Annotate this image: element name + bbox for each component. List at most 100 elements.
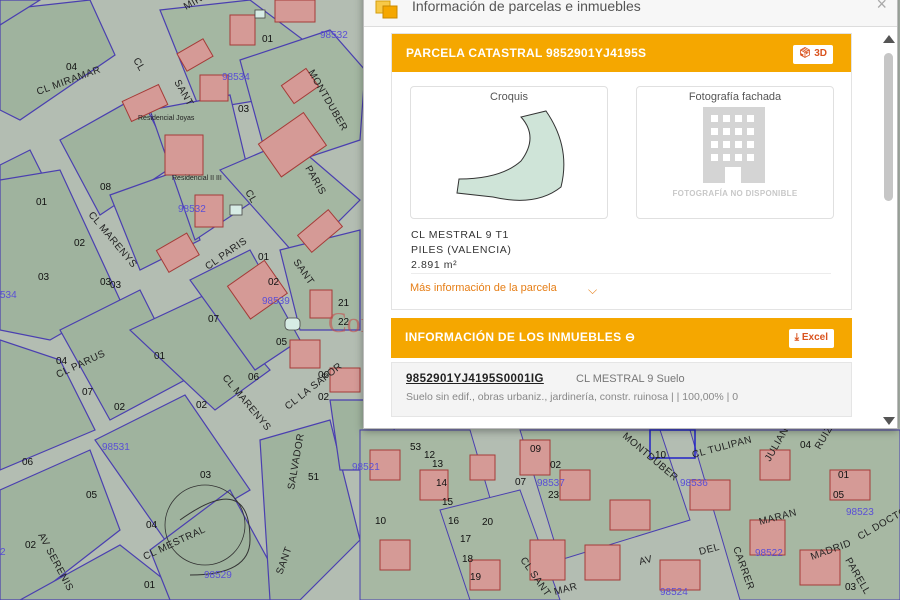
- parcel-area: 2.891 m²: [411, 259, 458, 271]
- close-button[interactable]: ×: [876, 0, 887, 15]
- parcel-number: 23: [548, 490, 560, 501]
- parcel-number: 03: [845, 582, 857, 593]
- scroll-up-icon[interactable]: [883, 35, 895, 43]
- parcel-number: 14: [436, 478, 448, 489]
- facade-not-available: FOTOGRAFÍA NO DISPONIBLE: [672, 189, 798, 198]
- block-ref: 98524: [660, 587, 688, 598]
- block-ref: 98539: [262, 296, 290, 307]
- parcel-number: 06: [22, 457, 34, 468]
- parcel-number: 10: [375, 516, 387, 527]
- property-header: INFORMACIÓN DE LOS INMUEBLES ⊖ ⤓ Excel: [391, 318, 852, 358]
- block-ref: 98537: [537, 478, 565, 489]
- panel-body[interactable]: PARCELA CATASTRAL 9852901YJ4195S 📦︎ 3D C…: [364, 28, 884, 428]
- parcel-number: 04: [66, 62, 78, 73]
- parcel-number: 04: [56, 356, 68, 367]
- property-ref-link[interactable]: 9852901YJ4195S0001IG: [406, 373, 544, 385]
- block-ref: 98521: [352, 462, 380, 473]
- parcel-number: 02: [318, 392, 330, 403]
- parcel-number: 02: [550, 460, 562, 471]
- cube-icon: 📦︎: [798, 48, 812, 59]
- parcel-number: 15: [442, 497, 454, 508]
- parcel-section: PARCELA CATASTRAL 9852901YJ4195S 📦︎ 3D C…: [391, 33, 852, 310]
- parcel-number: 19: [470, 572, 482, 583]
- map-label: Residencial II III: [172, 175, 222, 182]
- parcel-number: 07: [515, 477, 527, 488]
- parcel-number: 06: [318, 370, 330, 381]
- property-address: CL MESTRAL 9 Suelo: [576, 373, 685, 385]
- parcel-number: 03: [100, 277, 112, 288]
- scroll-down-icon[interactable]: [883, 417, 895, 425]
- block-ref: 98522: [755, 548, 783, 559]
- property-description: Suelo sin edif., obras urbaniz., jardine…: [406, 391, 739, 403]
- download-icon: ⤓: [794, 332, 800, 343]
- parcel-number: 07: [208, 314, 220, 325]
- block-ref: 98529: [204, 570, 232, 581]
- parcel-number: 51: [308, 472, 320, 483]
- parcel-number: 01: [154, 351, 166, 362]
- parcel-number: 20: [482, 517, 494, 528]
- parcel-number: 16: [448, 516, 460, 527]
- block-ref: 98536: [680, 478, 708, 489]
- parcel-number: 02: [196, 400, 208, 411]
- property-section: INFORMACIÓN DE LOS INMUEBLES ⊖ ⤓ Excel: [391, 318, 852, 358]
- parcel-number: 01: [258, 252, 270, 263]
- parcel-number: 05: [276, 337, 288, 348]
- parcel-number: 08: [100, 182, 112, 193]
- map-label: Residencial Joyas: [138, 115, 195, 122]
- facade-caption: Fotografía fachada: [688, 91, 782, 103]
- parcel-number: 02: [74, 238, 86, 249]
- parcel-number: 53: [410, 442, 422, 453]
- parcel-number: 06: [248, 372, 260, 383]
- parcel-number: 01: [838, 470, 850, 481]
- croquis-card[interactable]: Croquis: [410, 86, 608, 219]
- parcel-number: 02: [114, 402, 126, 413]
- parcel-number: 07: [82, 387, 94, 398]
- parcel-number: 05: [833, 490, 845, 501]
- block-ref: 98531: [102, 442, 130, 453]
- scrollbar-thumb[interactable]: [884, 53, 893, 201]
- parcel-number: 03: [110, 280, 122, 291]
- facade-card: Fotografía fachada FOTOGRAFÍA NO DISPONI…: [636, 86, 834, 219]
- chevron-down-icon[interactable]: ⌵: [588, 283, 597, 298]
- divider: [411, 273, 831, 274]
- excel-label: Excel: [801, 332, 828, 343]
- parcel-number: 05: [86, 490, 98, 501]
- parcel-number: 02: [25, 540, 37, 551]
- parcel-address-line2: PILES (VALENCIA): [411, 244, 512, 256]
- block-ref: 98532: [178, 204, 206, 215]
- parcel-number: 03: [200, 470, 212, 481]
- parcel-number: 12: [424, 450, 436, 461]
- parcel-number: 21: [338, 298, 350, 309]
- parcel-number: 17: [460, 534, 472, 545]
- parcel-number: 02: [268, 277, 280, 288]
- croquis-sketch: [456, 110, 565, 201]
- panel-title: Información de parcelas e inmuebles: [412, 0, 641, 14]
- panel-header: Información de parcelas e inmuebles ×: [364, 0, 897, 27]
- parcel-title: PARCELA CATASTRAL 9852901YJ4195S: [406, 46, 647, 60]
- scrollbar[interactable]: [881, 35, 895, 425]
- view-3d-label: 3D: [814, 48, 827, 59]
- parcel-number: 22: [338, 317, 350, 328]
- parcel-app-icon: [375, 0, 398, 19]
- property-title: INFORMACIÓN DE LOS INMUEBLES ⊖: [405, 330, 636, 344]
- comment-icon: ⊖: [625, 330, 636, 344]
- block-ref: 98523: [846, 507, 874, 518]
- parcel-number: 18: [462, 554, 474, 565]
- view-3d-button[interactable]: 📦︎ 3D: [792, 45, 833, 64]
- excel-button[interactable]: ⤓ Excel: [788, 329, 834, 348]
- parcel-number: 03: [38, 272, 50, 283]
- block-ref: 98534: [222, 72, 250, 83]
- block-ref: 534: [0, 290, 17, 301]
- block-ref: 2: [0, 547, 6, 558]
- parcel-number: 04: [800, 440, 812, 451]
- parcel-number: 03: [238, 104, 250, 115]
- parcel-number: 09: [530, 444, 542, 455]
- block-ref: 98532: [320, 30, 348, 41]
- property-row[interactable]: 9852901YJ4195S0001IG CL MESTRAL 9 Suelo …: [391, 362, 852, 417]
- parcel-address-line1: CL MESTRAL 9 T1: [411, 229, 509, 241]
- building-icon: [703, 107, 765, 183]
- parcel-info-panel: Información de parcelas e inmuebles × PA…: [363, 0, 898, 429]
- parcel-number: 10: [655, 450, 667, 461]
- more-info-link[interactable]: Más información de la parcela: [410, 282, 557, 294]
- parcel-number: 04: [146, 520, 158, 531]
